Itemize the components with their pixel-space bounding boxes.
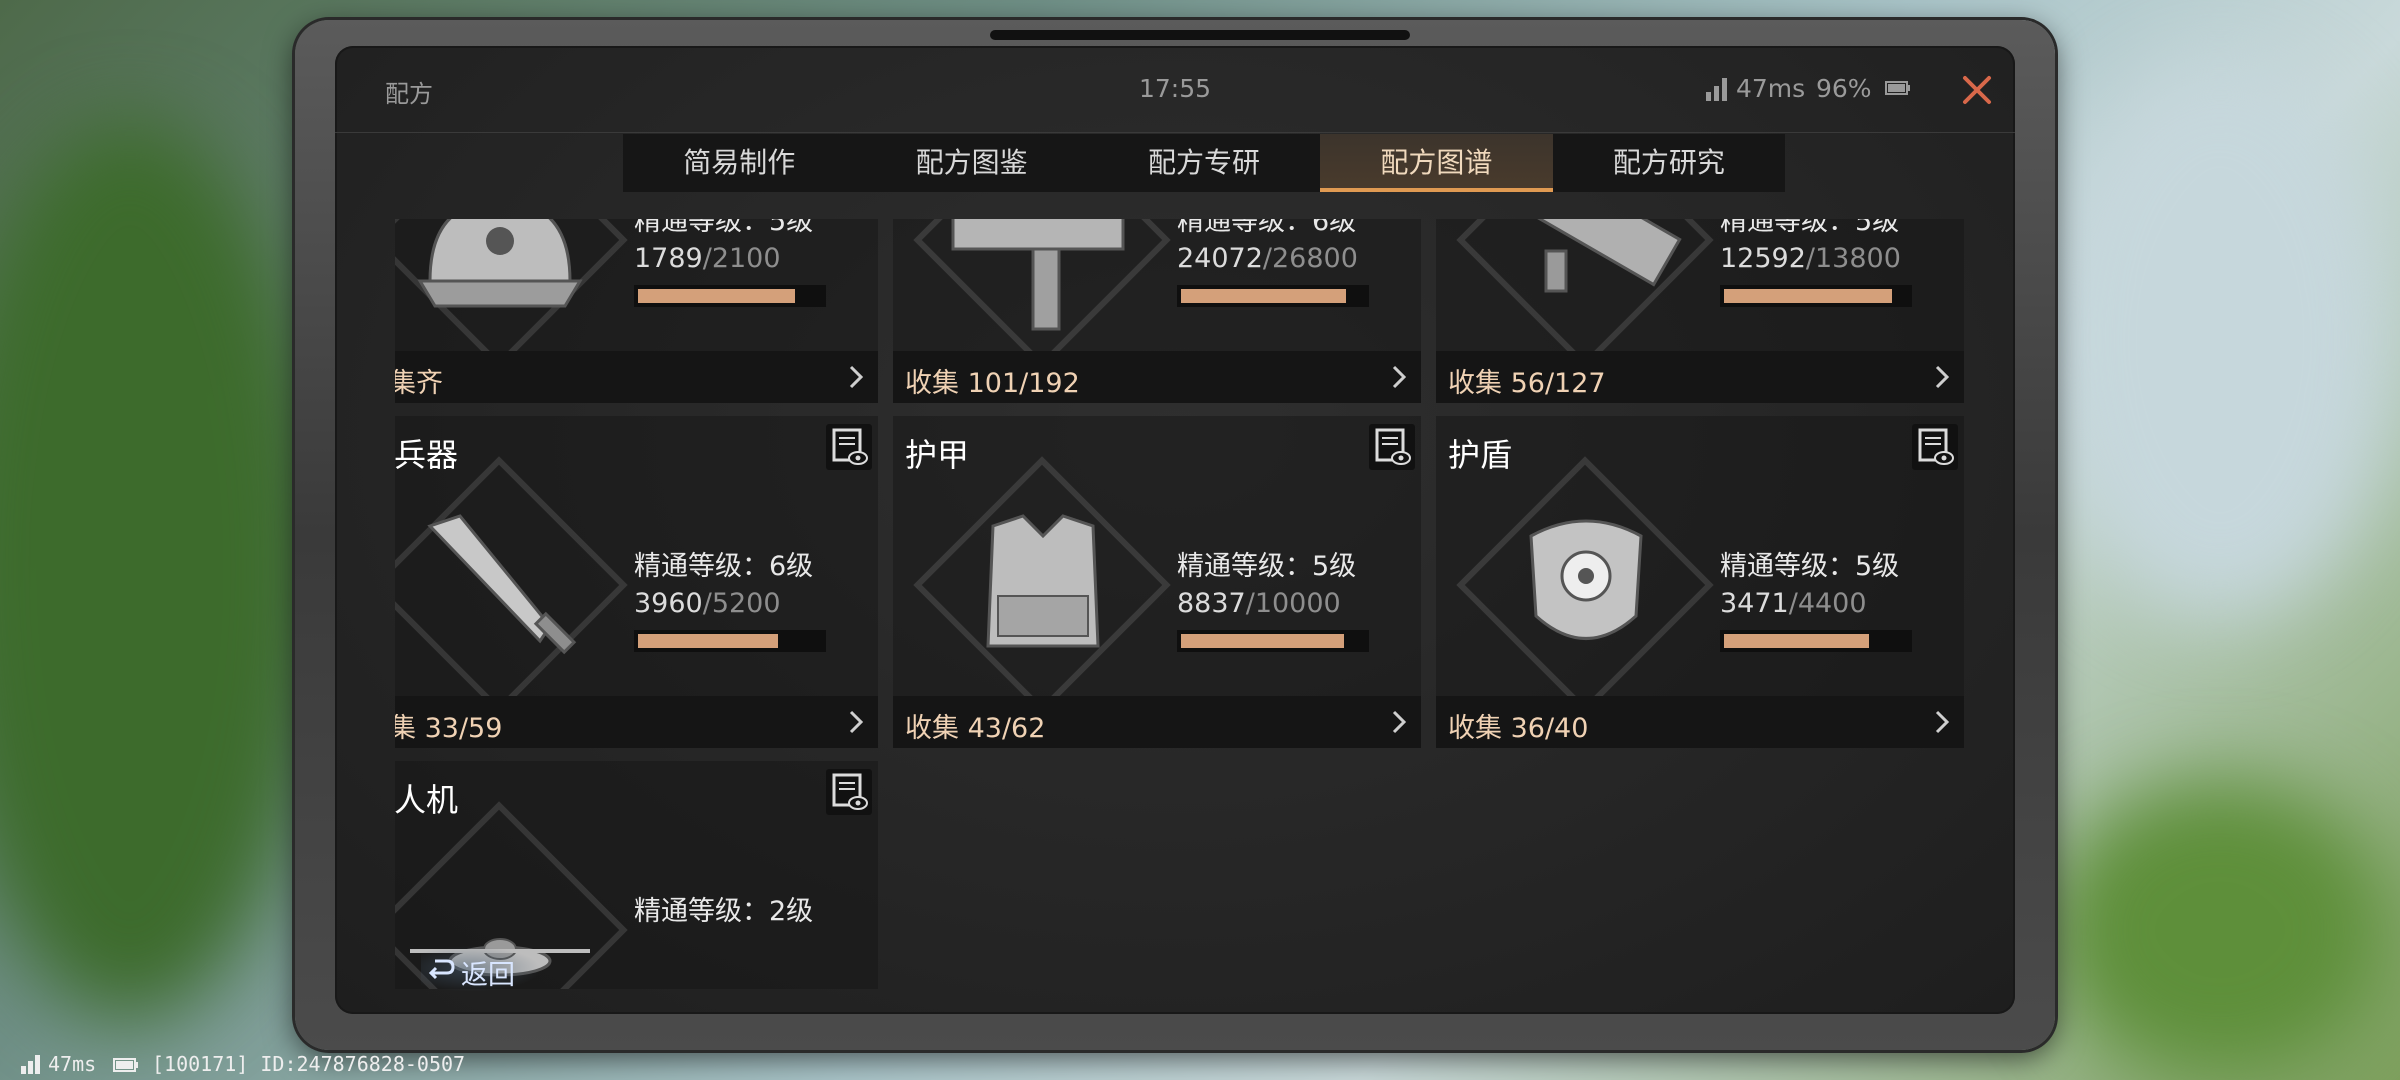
category-card-armor[interactable]: 护甲 精通等级：5级 8837/10000 收集 43/62	[893, 416, 1421, 748]
signal-icon	[1706, 78, 1727, 101]
player-id: [100171] ID:247876828-0507	[152, 1052, 466, 1076]
mastery-bar	[1720, 630, 1912, 652]
category-card-launcher[interactable]: 精通等级：5级 12592/13800 收集 56/127	[1436, 219, 1964, 403]
collection-text: 收集 56/127	[1448, 368, 1606, 399]
chevron-right-icon	[1935, 365, 1950, 389]
collection-text: 收集 101/192	[905, 368, 1080, 399]
shield-icon	[1529, 519, 1643, 640]
view-list-icon[interactable]	[1912, 424, 1958, 470]
close-button[interactable]	[1955, 68, 1999, 112]
cap-icon	[417, 219, 583, 308]
mastery-progress: 12592/13800	[1720, 243, 1901, 274]
chevron-right-icon	[1392, 365, 1407, 389]
collection-text: 收集 43/62	[905, 713, 1046, 744]
device-notch	[990, 30, 1410, 40]
tab-recipe-research[interactable]: 配方研究	[1553, 134, 1785, 192]
recipe-screen: 配方 17:55 47ms 96% 简易制作 配方图鉴 配方专研 配方图谱 配方…	[335, 46, 2015, 1014]
mastery-bar-fill	[638, 289, 795, 303]
mastery-progress: 24072/26800	[1177, 243, 1358, 274]
recipe-tabs: 简易制作 配方图鉴 配方专研 配方图谱 配方研究	[623, 134, 1785, 192]
collection-row[interactable]: 收集 56/127	[1436, 351, 1964, 403]
collection-row[interactable]: 已集齐	[395, 351, 878, 403]
recipe-category-grid: 精通等级：5级 1789/2100 已集齐 精通等级：6级 24072/2680…	[395, 219, 2005, 989]
mastery-progress: 3960/5200	[634, 588, 781, 619]
collection-row[interactable]: 收集 33/59	[395, 696, 878, 748]
battery-percent: 96%	[1816, 74, 1872, 103]
mastery-bar	[634, 285, 826, 307]
mastery-bar	[1720, 285, 1912, 307]
collection-text: 收集 36/40	[1448, 713, 1589, 744]
smg-icon	[951, 219, 1125, 331]
mastery-bar	[1177, 630, 1369, 652]
view-list-icon[interactable]	[826, 424, 872, 470]
chevron-right-icon	[1935, 710, 1950, 734]
background-sky-right	[2040, 60, 2400, 620]
view-list-icon[interactable]	[826, 769, 872, 815]
collection-row[interactable]: 收集 101/192	[893, 351, 1421, 403]
card-title: 冷兵器	[395, 436, 459, 474]
mastery-bar-fill	[1181, 289, 1346, 303]
card-title: 无人机	[395, 781, 459, 819]
collection-row[interactable]: 收集 36/40	[1436, 696, 1964, 748]
collection-row[interactable]: 收集 43/62	[893, 696, 1421, 748]
vest-icon	[986, 514, 1100, 648]
blade-icon	[427, 514, 577, 655]
ping-text: 47ms	[1736, 74, 1806, 103]
signal-icon	[21, 1055, 40, 1074]
mastery-progress: 8837/10000	[1177, 588, 1341, 619]
category-card-smg[interactable]: 精通等级：6级 24072/26800 收集 101/192	[893, 219, 1421, 403]
mastery-bar-fill	[1724, 289, 1892, 303]
mastery-bar	[634, 630, 826, 652]
mastery-level: 精通等级：6级	[634, 551, 814, 582]
mastery-level: 精通等级：5级	[1177, 551, 1357, 582]
background-foliage-left	[0, 120, 320, 1020]
status-bar: 配方 17:55 47ms 96%	[335, 46, 2015, 133]
mastery-bar-fill	[638, 634, 778, 648]
view-list-icon[interactable]	[1369, 424, 1415, 470]
tab-recipe-codex[interactable]: 配方图鉴	[855, 134, 1087, 192]
mastery-level: 精通等级：5级	[634, 219, 814, 237]
chevron-right-icon	[1392, 710, 1407, 734]
category-card-headgear[interactable]: 精通等级：5级 1789/2100 已集齐	[395, 219, 878, 403]
launcher-icon	[1530, 219, 1682, 293]
collection-text: 已集齐	[395, 368, 443, 399]
battery-icon	[113, 1058, 138, 1072]
return-arrow-icon	[428, 959, 455, 980]
card-title: 护盾	[1448, 436, 1513, 474]
ping-text: 47ms	[48, 1052, 97, 1076]
card-title: 护甲	[905, 436, 970, 474]
mastery-bar	[1177, 285, 1369, 307]
mastery-level: 精通等级：5级	[1720, 219, 1900, 237]
tab-recipe-study[interactable]: 配方专研	[1088, 134, 1320, 192]
chevron-right-icon	[849, 365, 864, 389]
category-card-melee[interactable]: 冷兵器 精通等级：6级 3960/5200 收集 33/59	[395, 416, 878, 748]
return-label: 返回	[461, 960, 515, 991]
mastery-progress: 1789/2100	[634, 243, 781, 274]
background-grass-right	[2050, 780, 2390, 1080]
chevron-right-icon	[849, 710, 864, 734]
collection-text: 收集 33/59	[395, 713, 503, 744]
category-card-shield[interactable]: 护盾 精通等级：5级 3471/4400 收集 36/40	[1436, 416, 1964, 748]
mastery-progress: 3471/4400	[1720, 588, 1867, 619]
mastery-level: 精通等级：5级	[1720, 551, 1900, 582]
close-icon	[1963, 76, 1991, 104]
mastery-bar-fill	[1181, 634, 1344, 648]
battery-icon	[1885, 81, 1910, 95]
mastery-bar-fill	[1724, 634, 1869, 648]
mastery-level: 精通等级：2级	[634, 896, 814, 927]
return-button[interactable]: 返回	[421, 946, 541, 992]
tab-simple-craft[interactable]: 简易制作	[623, 134, 855, 192]
debug-info-bar: 47ms [100171] ID:247876828-0507	[0, 1048, 620, 1080]
tab-recipe-atlas[interactable]: 配方图谱	[1320, 134, 1554, 192]
mastery-level: 精通等级：6级	[1177, 219, 1357, 237]
